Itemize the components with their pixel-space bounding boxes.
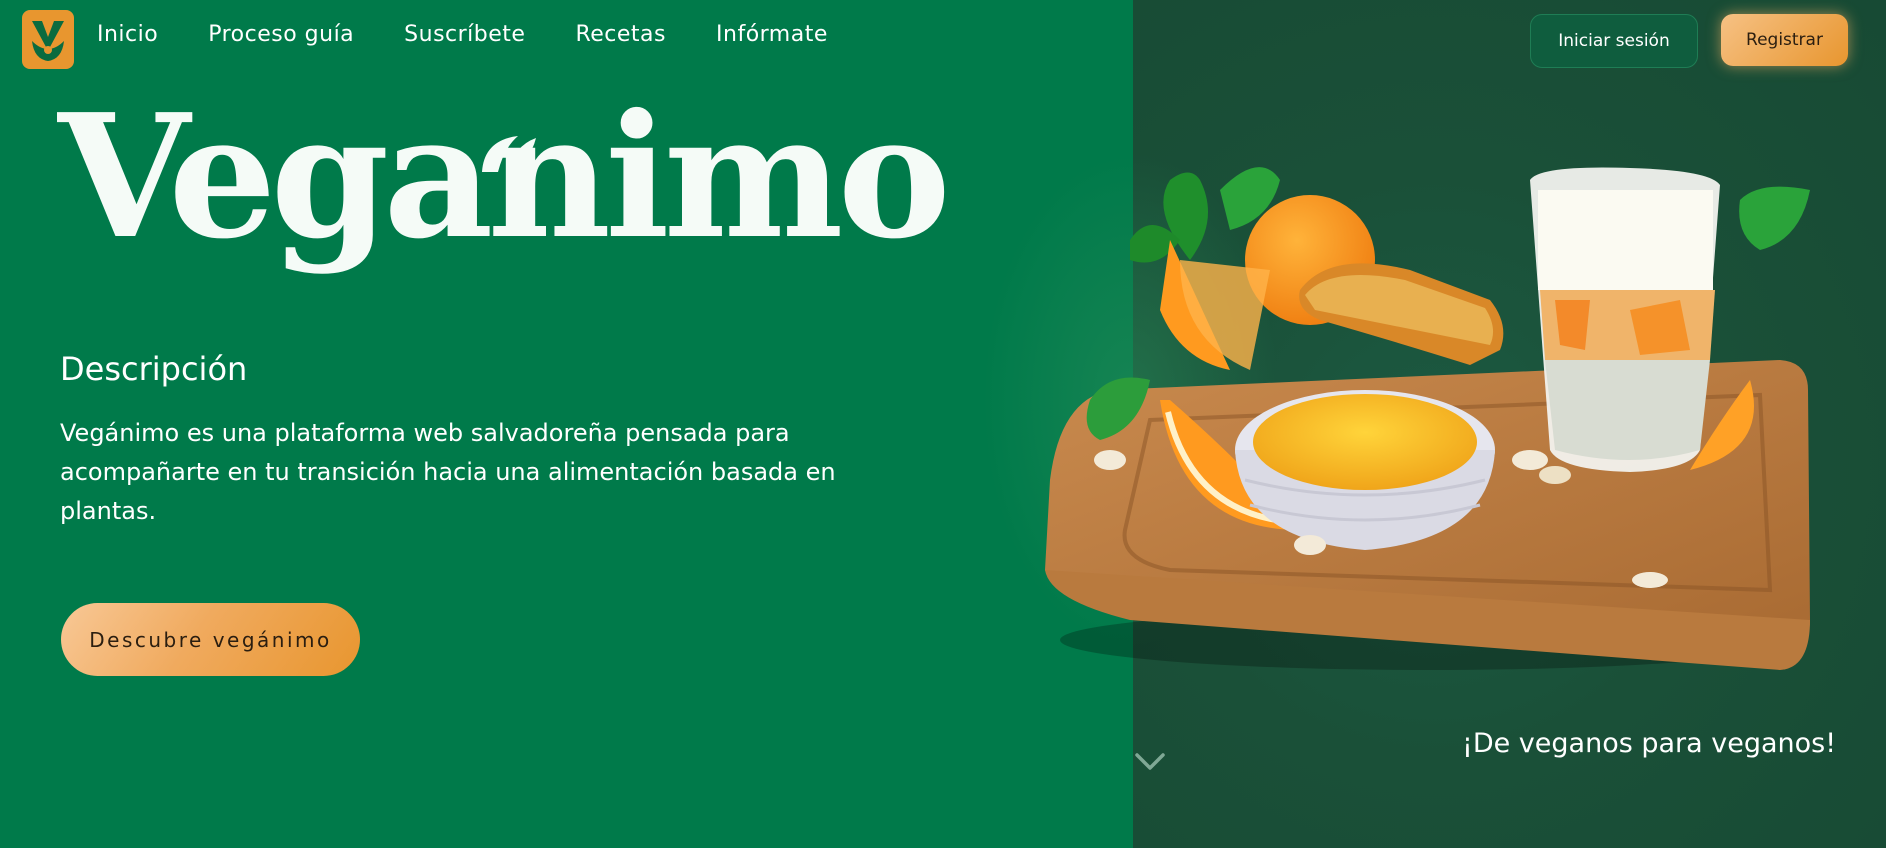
- nav-item-informate[interactable]: Infórmate: [716, 22, 828, 47]
- nav-item-proceso-guia[interactable]: Proceso guía: [208, 22, 354, 47]
- tagline: ¡De veganos para veganos!: [1462, 728, 1837, 759]
- chevron-down-icon[interactable]: [1134, 752, 1166, 772]
- nav-item-recetas[interactable]: Recetas: [575, 22, 666, 47]
- veganimo-logo-icon[interactable]: [22, 10, 74, 69]
- register-button[interactable]: Registrar: [1721, 14, 1848, 66]
- food-tray-image: [1045, 167, 1810, 670]
- brand-title: Veganimo: [58, 77, 951, 277]
- nav-item-inicio[interactable]: Inicio: [97, 22, 158, 47]
- leaf-accent-icon: [482, 136, 536, 172]
- discover-button[interactable]: Descubre vegánimo: [61, 603, 360, 676]
- nav-item-suscribete[interactable]: Suscríbete: [404, 22, 525, 47]
- main-nav: Inicio Proceso guía Suscríbete Recetas I…: [97, 22, 828, 47]
- description-text: Vegánimo es una plataforma web salvadore…: [60, 419, 836, 525]
- description-title: Descripción: [60, 350, 248, 388]
- login-button[interactable]: Iniciar sesión: [1530, 14, 1698, 68]
